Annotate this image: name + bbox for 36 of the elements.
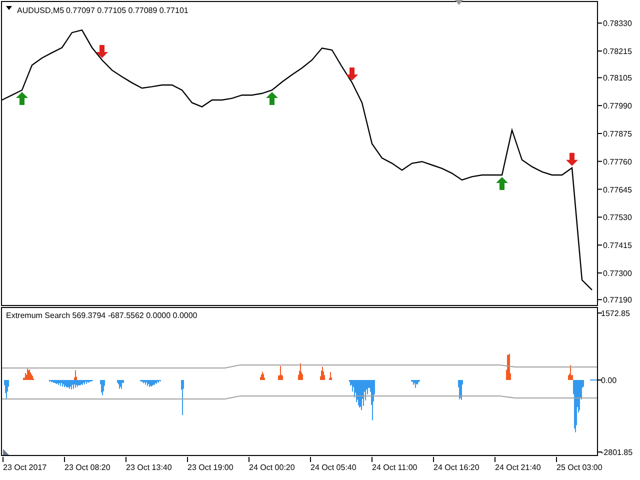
price-axis-label: 0.77190 xyxy=(603,296,632,305)
price-axis-label: 0.77990 xyxy=(603,102,632,111)
down-arrow-icon xyxy=(346,68,358,81)
up-arrow-icon xyxy=(266,92,278,106)
down-arrow-icon xyxy=(96,44,108,58)
dropdown-triangle-icon[interactable] xyxy=(6,6,12,10)
price-axis-label: 0.77760 xyxy=(603,157,632,166)
quote-values: 0.77097 0.77105 0.77089 0.77101 xyxy=(66,6,188,15)
time-axis-label: 23 Oct 08:20 xyxy=(64,463,110,472)
indicator-scale-label: 0.00 xyxy=(601,376,617,386)
price-axis-label: 0.78215 xyxy=(603,47,632,56)
price-axis-label: 0.77530 xyxy=(603,213,632,222)
time-axis-label: 23 Oct 13:40 xyxy=(126,463,172,472)
price-axis-label: 0.78105 xyxy=(603,74,632,83)
indicator-label: Extremum Search 569.3794 -687.5562 0.0000 0.0000 xyxy=(6,311,198,320)
time-axis-label: 24 Oct 00:20 xyxy=(249,463,295,472)
indicator-scale-label: 1572.85 xyxy=(601,309,630,318)
price-axis-label: 0.78330 xyxy=(603,19,632,28)
up-arrow-icon xyxy=(16,92,28,106)
price-axis-label: 0.77875 xyxy=(603,129,632,138)
time-axis-label: 23 Oct 2017 xyxy=(3,463,47,472)
down-arrow-icon xyxy=(566,152,578,166)
corner-triangle-icon xyxy=(3,449,9,456)
shift-marker-icon[interactable] xyxy=(455,0,463,5)
price-axis-label: 0.77300 xyxy=(603,268,632,278)
time-axis-label: 24 Oct 16:20 xyxy=(434,463,480,472)
price-axis-label: 0.77645 xyxy=(603,185,632,194)
symbol-label: AUDUSD,M5 xyxy=(17,6,64,15)
time-axis-label: 24 Oct 11:00 xyxy=(372,463,418,472)
up-arrow-icon xyxy=(496,176,508,190)
time-axis-label: 25 Oct 03:00 xyxy=(556,463,602,472)
time-axis-label: 24 Oct 05:40 xyxy=(310,463,356,472)
time-axis-label: 23 Oct 19:00 xyxy=(188,463,234,472)
time-axis-label: 24 Oct 21:40 xyxy=(495,463,541,472)
indicator-scale-label: -2801.85 xyxy=(601,448,633,458)
price-axis-label: 0.77415 xyxy=(603,241,632,250)
